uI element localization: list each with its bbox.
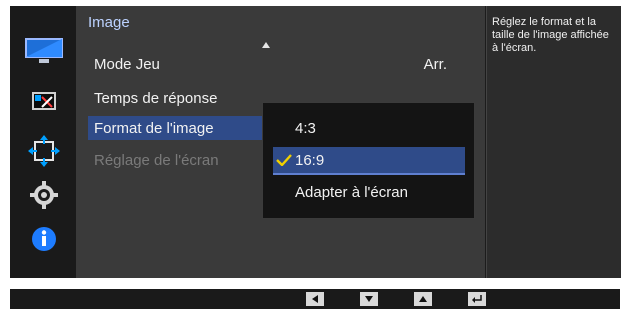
format-submenu: 4:3 16:9 Adapter à l'écran bbox=[262, 102, 475, 219]
monitor-icon-svg bbox=[25, 38, 63, 63]
up-arrow-icon-svg bbox=[419, 296, 427, 302]
submenu-option-adapter-ecran[interactable]: Adapter à l'écran bbox=[273, 179, 465, 205]
scroll-up-arrow-icon bbox=[262, 42, 270, 48]
return-icon[interactable] bbox=[468, 292, 486, 306]
info-icon[interactable] bbox=[22, 222, 66, 256]
settings-gear-icon[interactable] bbox=[22, 178, 66, 212]
up-arrow-icon[interactable] bbox=[414, 292, 432, 306]
menu-item-label: Temps de réponse bbox=[94, 89, 218, 107]
return-icon-svg bbox=[472, 295, 482, 303]
checkmark-icon bbox=[273, 154, 295, 166]
menu-item-label: Mode Jeu bbox=[94, 55, 160, 73]
down-arrow-icon[interactable] bbox=[360, 292, 378, 306]
down-arrow-icon-svg bbox=[365, 296, 373, 302]
menu-title: Image bbox=[88, 14, 130, 31]
submenu-option-label: 4:3 bbox=[295, 119, 316, 137]
help-text: Réglez le format et la taille de l'image… bbox=[492, 16, 609, 54]
monitor-icon[interactable] bbox=[22, 36, 66, 66]
submenu-option-label: 16:9 bbox=[295, 151, 325, 169]
left-arrow-icon-svg bbox=[312, 295, 318, 303]
checkmark-icon-svg bbox=[276, 154, 292, 166]
submenu-option-4-3[interactable]: 4:3 bbox=[273, 115, 465, 141]
menu-item-label: Réglage de l'écran bbox=[94, 151, 219, 169]
menu-item-label: Format de l'image bbox=[94, 119, 214, 137]
color-picture-icon[interactable] bbox=[22, 88, 66, 114]
menu-item-value: Arr. bbox=[423, 55, 447, 73]
resize-arrows-icon[interactable] bbox=[22, 134, 66, 168]
color-picture-icon-svg bbox=[32, 92, 56, 110]
submenu-option-label: Adapter à l'écran bbox=[295, 183, 408, 201]
left-arrow-icon[interactable] bbox=[306, 292, 324, 306]
info-icon-svg bbox=[32, 227, 56, 251]
menu-item-mode-jeu[interactable]: Mode Jeu Arr. bbox=[88, 52, 473, 76]
submenu-option-16-9[interactable]: 16:9 bbox=[273, 147, 465, 175]
settings-gear-icon-svg bbox=[30, 181, 58, 209]
resize-arrows-icon-svg bbox=[28, 135, 60, 167]
